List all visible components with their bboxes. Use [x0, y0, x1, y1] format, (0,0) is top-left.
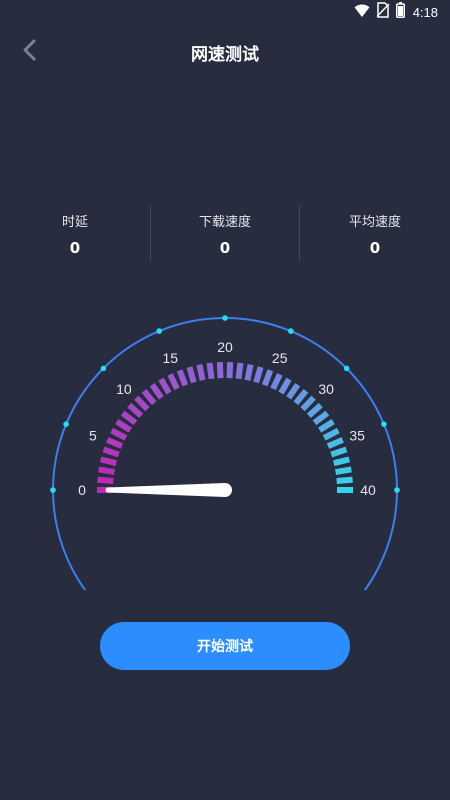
- gauge-dot: [343, 365, 350, 372]
- gauge-segment: [97, 476, 114, 484]
- gauge-segment: [322, 427, 340, 441]
- gauge-segment: [106, 437, 124, 449]
- gauge-dot: [381, 421, 387, 427]
- battery-icon: [395, 2, 405, 22]
- download-speed-label: 下载速度: [198, 215, 251, 230]
- download-speed-stat: 下载速度 0: [150, 205, 300, 265]
- gauge-dot: [288, 328, 294, 334]
- gauge-segment: [244, 363, 254, 381]
- gauge-segment: [102, 446, 120, 458]
- gauge-tick-label: 30: [318, 381, 334, 397]
- gauge-tick-label: 0: [78, 482, 86, 498]
- gauge-tick-label: 35: [349, 427, 365, 443]
- gauge-tick-label: 10: [116, 381, 132, 397]
- gauge-segment: [336, 476, 353, 484]
- gauge-segment: [176, 369, 189, 387]
- gauge-segment: [149, 382, 164, 400]
- status-bar: 4:18: [0, 0, 450, 24]
- gauge-dot: [50, 487, 56, 493]
- average-speed-value: 0: [369, 239, 381, 257]
- gauge-segment: [300, 395, 316, 412]
- no-sim-icon: [376, 2, 390, 22]
- gauge-segment: [306, 402, 323, 418]
- gauge-segment: [141, 388, 157, 406]
- gauge-segment: [333, 456, 350, 467]
- gauge-dot: [222, 315, 228, 321]
- average-speed-stat: 平均速度 0: [300, 205, 450, 265]
- gauge-segment: [335, 466, 352, 475]
- latency-stat: 时延 0: [0, 205, 150, 265]
- latency-value: 0: [69, 239, 81, 257]
- gauge-segment: [186, 366, 197, 384]
- status-icons: 4:18: [354, 2, 438, 22]
- gauge-segment: [293, 388, 309, 406]
- gauge-segment: [326, 437, 344, 449]
- gauge-dot: [100, 365, 107, 372]
- gauge-segment: [330, 446, 348, 458]
- header: 网速测试: [0, 24, 450, 80]
- gauge-dot: [63, 421, 69, 427]
- page-title: 网速测试: [191, 45, 259, 65]
- gauge-segment: [216, 361, 224, 379]
- gauge-segment: [196, 363, 206, 381]
- gauge-segment: [115, 419, 132, 433]
- gauge-segment: [286, 382, 301, 400]
- stats-panel: 时延 0 下载速度 0 平均速度 0: [0, 205, 450, 265]
- gauge-segment: [235, 362, 244, 380]
- gauge-segment: [134, 395, 150, 412]
- speed-gauge: 0 5 10 15 20 25 30 35 40: [0, 290, 450, 590]
- gauge-segment: [98, 466, 115, 475]
- gauge-segment: [312, 410, 330, 426]
- gauge-segment: [318, 419, 335, 433]
- gauge-segment: [110, 427, 128, 441]
- gauge-segment: [261, 369, 274, 387]
- gauge-segment: [206, 362, 215, 380]
- gauge-segment: [253, 366, 264, 384]
- gauge-segment: [127, 402, 144, 418]
- gauge-outer-arc: [52, 317, 398, 590]
- stat-divider: [150, 205, 151, 261]
- start-test-button[interactable]: 开始测试: [100, 622, 350, 670]
- gauge-dot: [156, 328, 162, 334]
- gauge-tick-label: 5: [89, 427, 97, 443]
- gauge-segment: [167, 373, 180, 391]
- gauge-needle: [105, 483, 232, 497]
- gauge-tick-label: 40: [360, 482, 376, 498]
- gauge-segment: [278, 377, 292, 395]
- gauge-segment: [158, 377, 172, 395]
- gauge-dot: [394, 487, 400, 493]
- stat-divider: [299, 205, 300, 261]
- download-speed-value: 0: [219, 239, 231, 257]
- average-speed-label: 平均速度: [348, 215, 401, 230]
- gauge-tick-label: 20: [217, 339, 233, 355]
- gauge-segment: [270, 373, 283, 391]
- status-time: 4:18: [412, 4, 438, 20]
- wifi-icon: [354, 3, 370, 22]
- gauge-tick-label: 25: [272, 350, 288, 366]
- gauge-tick-label: 15: [162, 350, 178, 366]
- gauge-segment: [120, 410, 138, 426]
- gauge-segment: [100, 456, 117, 467]
- gauge-segment: [226, 361, 234, 379]
- latency-label: 时延: [61, 215, 88, 230]
- gauge-svg: 0 5 10 15 20 25 30 35 40: [50, 315, 400, 590]
